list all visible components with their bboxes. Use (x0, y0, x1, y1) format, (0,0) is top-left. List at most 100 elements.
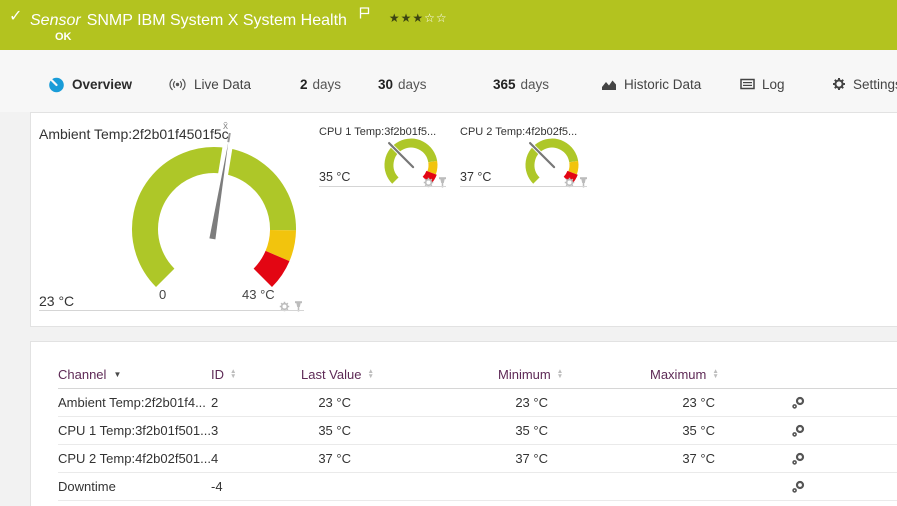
gauges-panel: Ambient Temp:2f2b01f4501f5c x̄ 0 43 °C 2… (30, 112, 897, 327)
gear-icon[interactable] (564, 175, 575, 193)
channel-actions (742, 389, 897, 417)
channel-actions (742, 445, 897, 473)
pin-icon[interactable] (438, 175, 447, 193)
channel-id: 4 (211, 445, 271, 473)
tab-365-days-label: days (520, 76, 550, 92)
tab-log-label: Log (762, 76, 785, 92)
channel-maximum: 35 °C (575, 417, 742, 445)
channel-settings-icon[interactable] (791, 480, 805, 494)
column-header-id[interactable]: ID ▲ ▼ (211, 360, 271, 389)
tab-live-data-label: Live Data (194, 76, 252, 92)
gauge-ambient-actions (279, 299, 303, 317)
column-header-last-value[interactable]: Last Value ▲ ▼ (271, 360, 378, 389)
channel-maximum (575, 473, 742, 501)
stars-filled: ★★★ (388, 11, 425, 25)
column-header-maximum[interactable]: Maximum ▲ ▼ (575, 360, 742, 389)
sensor-tabbar: Overview Live Data 2 days 30 days 365 da… (0, 50, 897, 117)
column-header-actions (742, 360, 897, 389)
gauge-cpu1-actions (423, 175, 447, 193)
column-header-last-value-label: Last Value (301, 366, 362, 382)
channel-settings-icon[interactable] (791, 424, 805, 438)
channel-maximum: 37 °C (575, 445, 742, 473)
channel-id: 3 (211, 417, 271, 445)
channel-last-value: 35 °C (271, 417, 378, 445)
channels-table: Channel ▼ ID ▲ ▼ Last Value ▲ ▼ Minimum ▲ ▼… (31, 360, 897, 501)
channel-minimum: 35 °C (378, 417, 575, 445)
column-header-channel-label: Channel (58, 366, 107, 382)
channel-last-value: 23 °C (271, 389, 378, 417)
historic-data-chart-icon (601, 78, 617, 91)
channel-id: 2 (211, 389, 271, 417)
sensor-kind-label: Sensor (30, 12, 81, 29)
channel-name: Ambient Temp:2f2b01f4... (58, 389, 211, 417)
tab-2-days[interactable]: 2 days (300, 64, 341, 104)
tab-settings-label: Settings (853, 76, 897, 92)
tab-30-days-number: 30 (378, 76, 394, 92)
pin-icon[interactable] (294, 299, 303, 317)
channel-id: -4 (211, 473, 271, 501)
tab-365-days[interactable]: 365 days (493, 64, 549, 104)
column-header-minimum-label: Minimum (498, 366, 551, 382)
prtg-sensor-page: ✓ Sensor SNMP IBM System X System Health … (0, 0, 897, 506)
channel-name: CPU 2 Temp:4f2b02f501... (58, 445, 211, 473)
tab-2-days-number: 2 (300, 76, 308, 92)
tab-30-days[interactable]: 30 days (378, 64, 427, 104)
pin-icon[interactable] (579, 175, 588, 193)
column-header-minimum[interactable]: Minimum ▲ ▼ (378, 360, 575, 389)
column-header-id-label: ID (211, 366, 224, 382)
channel-name: Downtime (58, 473, 211, 501)
channel-minimum: 23 °C (378, 389, 575, 417)
stars-empty: ☆☆ (424, 11, 448, 25)
gauge-cpu2-divider (460, 186, 587, 187)
gauge-ambient-dial (132, 132, 297, 287)
sort-both-icon: ▲ ▼ (556, 368, 564, 380)
tab-log[interactable]: Log (740, 64, 785, 104)
settings-gear-icon (832, 77, 846, 91)
tab-historic-data-label: Historic Data (624, 76, 702, 92)
log-list-icon (740, 78, 755, 90)
gauge-cpu2-actions (564, 175, 588, 193)
channel-last-value (271, 473, 378, 501)
gear-icon[interactable] (423, 175, 434, 193)
sort-both-icon: ▲ ▼ (367, 368, 374, 380)
sensor-title-line: Sensor SNMP IBM System X System Health ★★… (30, 6, 448, 30)
channel-last-value: 37 °C (271, 445, 378, 473)
sensor-title: SNMP IBM System X System Health (86, 12, 347, 29)
gauge-icon (48, 76, 65, 93)
channel-name: CPU 1 Temp:3f2b01f501... (58, 417, 211, 445)
sensor-status-text: OK (55, 31, 72, 43)
sort-desc-icon: ▼ (113, 369, 122, 379)
tab-2-days-label: days (312, 76, 342, 92)
gauge-cpu1-value: 35 °C (319, 170, 351, 184)
priority-stars[interactable]: ★★★☆☆ (389, 11, 448, 25)
channel-settings-icon[interactable] (791, 452, 805, 466)
tab-overview[interactable]: Overview (48, 64, 145, 117)
sort-both-icon: ▲ ▼ (230, 368, 237, 380)
tab-settings[interactable]: Settings (832, 64, 897, 104)
channel-maximum: 23 °C (575, 389, 742, 417)
tab-live-data[interactable]: Live Data (168, 64, 251, 104)
gauge-cpu1-divider (319, 186, 446, 187)
tab-30-days-label: days (398, 76, 427, 92)
status-ok-check-icon: ✓ (9, 8, 23, 25)
flag-icon[interactable] (359, 6, 370, 24)
gauge-scale-max: 43 °C (242, 287, 275, 302)
channel-minimum: 37 °C (378, 445, 575, 473)
sort-both-icon: ▲ ▼ (712, 368, 719, 380)
channel-actions (742, 417, 897, 445)
channel-settings-icon[interactable] (791, 396, 805, 410)
tab-overview-label: Overview (72, 76, 133, 92)
gauge-ambient-divider (39, 310, 304, 311)
gauge-ambient-value: 23 °C (39, 293, 75, 309)
sensor-status-header: ✓ Sensor SNMP IBM System X System Health … (0, 0, 897, 50)
tab-365-days-number: 365 (493, 76, 516, 92)
channel-minimum (378, 473, 575, 501)
live-data-broadcast-icon (168, 78, 187, 91)
gear-icon[interactable] (279, 299, 290, 317)
gauge-scale-min: 0 (159, 287, 167, 302)
gauge-cpu2-value: 37 °C (460, 170, 492, 184)
channels-panel: Channel ▼ ID ▲ ▼ Last Value ▲ ▼ Minimum ▲ ▼… (30, 341, 897, 506)
channel-actions (742, 473, 897, 501)
column-header-channel[interactable]: Channel ▼ (58, 360, 211, 389)
tab-historic-data[interactable]: Historic Data (601, 64, 701, 104)
